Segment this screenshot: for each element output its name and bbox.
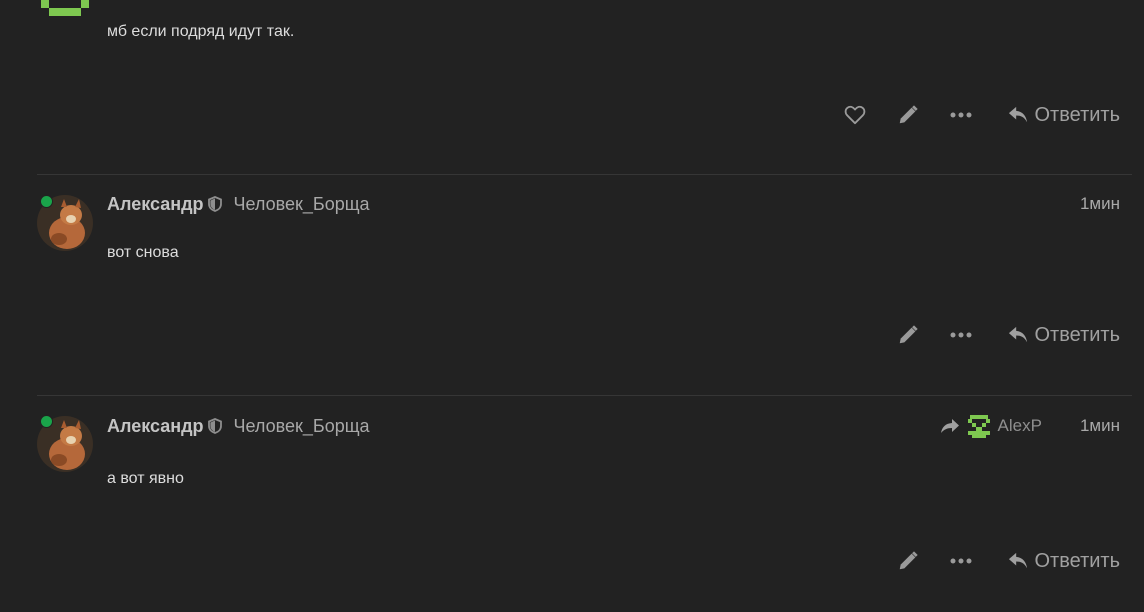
reply-button[interactable]: Ответить (1007, 549, 1121, 573)
post-meta: AlexP 1мин (940, 413, 1120, 439)
reply-to-indicator[interactable]: AlexP (940, 413, 1042, 439)
post-divider (37, 395, 1132, 396)
post-actions: Ответить (814, 100, 1121, 130)
username[interactable]: Александр (107, 416, 204, 437)
post-body: мб если подряд идут так. (107, 23, 295, 40)
pixel-avatar-small (967, 415, 990, 438)
reply-to-username: AlexP (997, 416, 1042, 435)
reply-button[interactable]: Ответить (1007, 103, 1121, 127)
moderator-shield-icon (207, 418, 222, 434)
online-status-dot (40, 415, 53, 428)
topic-stream: мб если подряд идут так. Ответить Алекса… (0, 0, 1144, 612)
edit-pencil-icon[interactable] (896, 103, 920, 127)
user-title: Человек_Борща (233, 415, 370, 436)
reply-arrow-icon (1008, 326, 1027, 343)
edit-pencil-icon[interactable] (896, 549, 920, 573)
reply-label: Ответить (1034, 103, 1121, 126)
user-title: Человек_Борща (233, 193, 370, 214)
more-options-icon[interactable] (949, 103, 973, 127)
post-header: Александр Человек_Борща AlexP 1мин (107, 414, 1120, 438)
post-actions: Ответить (867, 320, 1121, 350)
more-options-icon[interactable] (949, 549, 973, 573)
post-time[interactable]: 1мин (1080, 194, 1120, 214)
post-actions: Ответить (867, 546, 1121, 576)
reply-to-arrow-icon (940, 419, 959, 433)
post-body: вот снова (107, 244, 179, 261)
edit-pencil-icon[interactable] (896, 323, 920, 347)
post-divider (37, 174, 1132, 175)
reply-button[interactable]: Ответить (1007, 323, 1121, 347)
post-header: Александр Человек_Борща 1мин (107, 192, 1120, 216)
pixel-avatar[interactable] (41, 0, 89, 26)
username[interactable]: Александр (107, 194, 204, 215)
post-body: а вот явно (107, 470, 184, 487)
moderator-shield-icon (207, 196, 222, 212)
reply-label: Ответить (1034, 549, 1121, 572)
online-status-dot (40, 195, 53, 208)
reply-arrow-icon (1008, 106, 1027, 123)
reply-arrow-icon (1008, 552, 1027, 569)
post-meta: 1мин (1080, 194, 1120, 214)
reply-label: Ответить (1034, 323, 1121, 346)
more-options-icon[interactable] (949, 323, 973, 347)
post-time[interactable]: 1мин (1080, 416, 1120, 436)
like-heart-icon[interactable] (843, 103, 867, 127)
